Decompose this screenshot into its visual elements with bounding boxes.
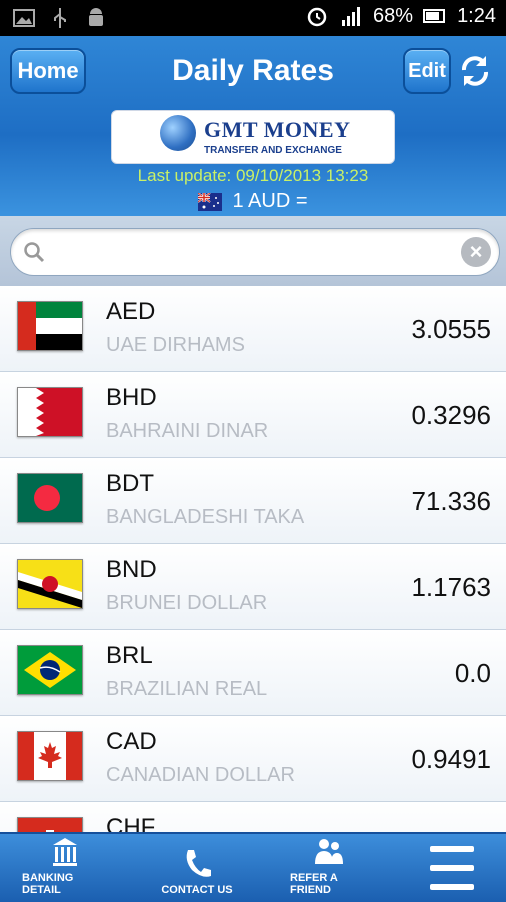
currency-code: CHF — [106, 814, 156, 834]
banking-detail-button[interactable]: BANKING DETAIL — [22, 834, 108, 902]
list-item-bdt[interactable]: BDT BANGLADESHI TAKA 71.336 — [0, 458, 506, 544]
banking-detail-label: BANKING DETAIL — [22, 872, 74, 896]
currency-name: CANADIAN DOLLAR — [106, 764, 295, 786]
currency-code: AED — [106, 298, 156, 325]
currency-rate: 0.0 — [454, 658, 491, 688]
rates-list: AED UAE DIRHAMS 3.0555 BHD BAHRAINI DINA… — [0, 286, 506, 834]
currency-code: BND — [106, 556, 157, 583]
company-logo: GMT MONEY TRANSFER AND EXCHANGE — [111, 110, 395, 164]
australia-flag-icon — [197, 191, 223, 211]
last-update: Last update: 09/10/2013 13:23 — [137, 166, 369, 185]
usb-icon — [48, 6, 72, 30]
currency-name: BAHRAINI DINAR — [106, 420, 269, 442]
search-input[interactable] — [51, 237, 455, 269]
phone-icon — [186, 850, 211, 877]
base-currency: 1 AUD = — [0, 190, 506, 213]
status-bar: 68% 1:24 — [0, 0, 506, 36]
menu-icon[interactable] — [430, 846, 474, 890]
list-item-chf[interactable]: CHF — [0, 802, 506, 834]
contact-us-button[interactable]: CONTACT US — [156, 834, 238, 902]
brunei-flag-icon — [17, 559, 83, 609]
people-icon — [315, 839, 343, 864]
currency-name: BANGLADESHI TAKA — [106, 506, 305, 528]
bangladesh-flag-icon — [17, 473, 83, 523]
bahrain-flag-icon — [17, 387, 83, 437]
android-icon — [84, 6, 108, 30]
currency-name: BRUNEI DOLLAR — [106, 592, 268, 614]
canada-flag-icon — [17, 731, 83, 781]
list-item-aed[interactable]: AED UAE DIRHAMS 3.0555 — [0, 286, 506, 372]
logo-tagline: TRANSFER AND EXCHANGE — [204, 145, 342, 156]
edit-button[interactable]: Edit — [403, 48, 451, 94]
currency-rate: 0.9491 — [411, 744, 491, 774]
clock: 1:24 — [457, 4, 496, 27]
uae-flag-icon — [17, 301, 83, 351]
currency-code: CAD — [106, 728, 157, 755]
currency-name: UAE DIRHAMS — [106, 334, 245, 356]
currency-rate: 71.336 — [411, 486, 491, 516]
search-bar: × — [0, 216, 506, 286]
refresh-icon[interactable] — [456, 52, 494, 90]
logo-brand: GMT MONEY — [204, 117, 351, 142]
bank-icon — [53, 838, 77, 866]
battery-percent: 68% — [373, 4, 414, 27]
search-box: × — [10, 228, 500, 276]
refer-a-friend-label: REFER A FRIEND — [290, 872, 338, 896]
currency-name: BRAZILIAN REAL — [106, 678, 268, 700]
globe-icon — [160, 115, 196, 151]
list-item-brl[interactable]: BRL BRAZILIAN REAL 0.0 — [0, 630, 506, 716]
search-icon — [24, 242, 45, 263]
bottom-nav: BANKING DETAIL CONTACT US REFER A FRIEND — [0, 832, 506, 902]
alarm-icon — [305, 4, 329, 28]
refer-a-friend-button[interactable]: REFER A FRIEND — [290, 834, 368, 902]
currency-rate: 3.0555 — [411, 314, 491, 344]
list-item-bnd[interactable]: BND BRUNEI DOLLAR 1.1763 — [0, 544, 506, 630]
currency-rate: 1.1763 — [411, 572, 491, 602]
list-item-cad[interactable]: CAD CANADIAN DOLLAR 0.9491 — [0, 716, 506, 802]
currency-code: BDT — [106, 470, 154, 497]
list-item-bhd[interactable]: BHD BAHRAINI DINAR 0.3296 — [0, 372, 506, 458]
currency-code: BHD — [106, 384, 157, 411]
clear-search-icon[interactable]: × — [461, 237, 491, 267]
currency-code: BRL — [106, 642, 153, 669]
image-icon — [12, 6, 36, 30]
signal-icon — [339, 4, 363, 28]
battery-icon — [423, 4, 447, 28]
base-currency-label: 1 AUD = — [232, 190, 308, 212]
header: Home Daily Rates Edit GMT MONEY TRANSFER… — [0, 36, 506, 216]
currency-rate: 0.3296 — [411, 400, 491, 430]
brazil-flag-icon — [17, 645, 83, 695]
contact-us-label: CONTACT US — [161, 884, 233, 896]
